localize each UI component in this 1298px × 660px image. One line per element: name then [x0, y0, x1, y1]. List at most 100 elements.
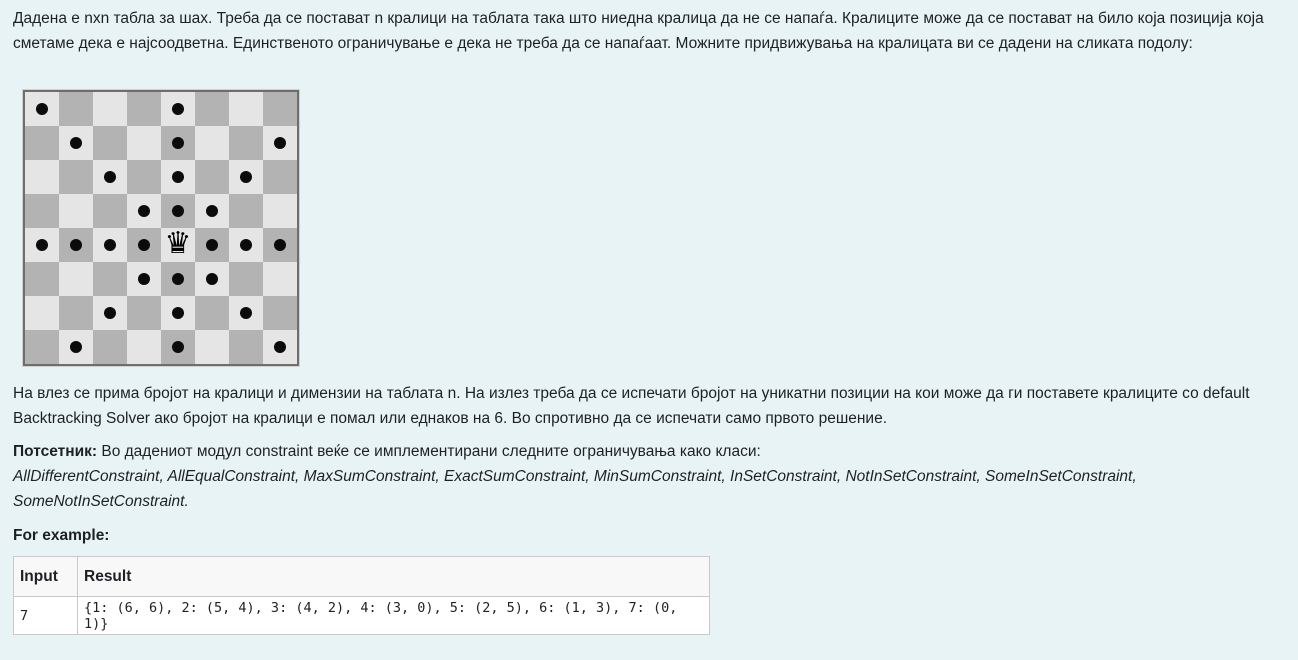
- board-square: [195, 126, 229, 160]
- board-square: [59, 92, 93, 126]
- board-square: [263, 296, 297, 330]
- move-dot-icon: [172, 273, 184, 285]
- board-square: [93, 330, 127, 364]
- hint-classes: AllDifferentConstraint, AllEqualConstrai…: [13, 468, 1137, 510]
- board-square: [127, 262, 161, 296]
- move-dot-icon: [172, 205, 184, 217]
- move-dot-icon: [138, 239, 150, 251]
- board-square: ♛: [161, 228, 195, 262]
- chessboard-image: ♛: [23, 90, 299, 366]
- board-square: [93, 228, 127, 262]
- move-dot-icon: [138, 273, 150, 285]
- board-square: [25, 296, 59, 330]
- board-square: [93, 160, 127, 194]
- board-square: [25, 92, 59, 126]
- example-label: For example:: [13, 527, 110, 544]
- move-dot-icon: [36, 103, 48, 115]
- board-square: [161, 194, 195, 228]
- board-square: [127, 126, 161, 160]
- board-square: [195, 330, 229, 364]
- board-square: [59, 160, 93, 194]
- description-paragraph: На влез се прима бројот на кралици и дим…: [13, 385, 1250, 427]
- board-square: [59, 330, 93, 364]
- move-dot-icon: [172, 103, 184, 115]
- board-square: [263, 194, 297, 228]
- queen-icon: ♛: [164, 226, 192, 261]
- move-dot-icon: [274, 137, 286, 149]
- board-square: [161, 160, 195, 194]
- board-square: [229, 262, 263, 296]
- board-square: [25, 228, 59, 262]
- board-square: [59, 194, 93, 228]
- board-square: [263, 228, 297, 262]
- move-dot-icon: [104, 239, 116, 251]
- move-dot-icon: [206, 239, 218, 251]
- cell-input: 7: [13, 596, 78, 635]
- board-square: [93, 262, 127, 296]
- board-square: [229, 160, 263, 194]
- table-row: 7 {1: (6, 6), 2: (5, 4), 3: (4, 2), 4: (…: [13, 596, 710, 635]
- board-square: [127, 330, 161, 364]
- board-square: [195, 194, 229, 228]
- move-dot-icon: [172, 341, 184, 353]
- board-square: [161, 126, 195, 160]
- move-dot-icon: [138, 205, 150, 217]
- board-square: [25, 330, 59, 364]
- board-square: [59, 262, 93, 296]
- move-dot-icon: [104, 171, 116, 183]
- board-square: [59, 126, 93, 160]
- board-square: [229, 92, 263, 126]
- move-dot-icon: [240, 171, 252, 183]
- move-dot-icon: [240, 307, 252, 319]
- board-square: [25, 262, 59, 296]
- board-square: [25, 160, 59, 194]
- intro-paragraph: Дадена е nxn табла за шах. Треба да се п…: [13, 10, 1264, 52]
- board-square: [127, 296, 161, 330]
- board-square: [161, 92, 195, 126]
- board-square: [161, 296, 195, 330]
- board-square: [195, 160, 229, 194]
- board-square: [263, 160, 297, 194]
- move-dot-icon: [70, 239, 82, 251]
- board-square: [229, 330, 263, 364]
- move-dot-icon: [172, 307, 184, 319]
- example-table: Input Result 7 {1: (6, 6), 2: (5, 4), 3:…: [13, 556, 710, 635]
- board-square: [229, 126, 263, 160]
- hint-text: Во дадениот модул constraint веќе се имп…: [97, 443, 761, 460]
- board-square: [195, 262, 229, 296]
- board-square: [195, 296, 229, 330]
- board-square: [161, 262, 195, 296]
- table-header-row: Input Result: [13, 556, 710, 597]
- column-header-input: Input: [13, 556, 78, 597]
- move-dot-icon: [36, 239, 48, 251]
- move-dot-icon: [70, 341, 82, 353]
- board-square: [127, 194, 161, 228]
- board-square: [195, 92, 229, 126]
- board-square: [161, 330, 195, 364]
- board-square: [25, 194, 59, 228]
- board-square: [93, 296, 127, 330]
- board-square: [263, 126, 297, 160]
- board-square: [127, 160, 161, 194]
- board-square: [127, 228, 161, 262]
- board-square: [93, 126, 127, 160]
- board-square: [195, 228, 229, 262]
- move-dot-icon: [240, 239, 252, 251]
- board-square: [263, 92, 297, 126]
- board-square: [59, 228, 93, 262]
- hint-paragraph: Потсетник: Во дадениот модул constraint …: [13, 439, 1288, 514]
- board-square: [127, 92, 161, 126]
- board-square: [93, 194, 127, 228]
- move-dot-icon: [206, 273, 218, 285]
- move-dot-icon: [274, 341, 286, 353]
- move-dot-icon: [104, 307, 116, 319]
- cell-result: {1: (6, 6), 2: (5, 4), 3: (4, 2), 4: (3,…: [77, 596, 710, 635]
- chessboard: ♛: [23, 90, 299, 366]
- move-dot-icon: [70, 137, 82, 149]
- board-square: [59, 296, 93, 330]
- board-square: [229, 228, 263, 262]
- hint-label: Потсетник:: [13, 443, 98, 460]
- move-dot-icon: [172, 171, 184, 183]
- column-header-result: Result: [77, 556, 710, 597]
- board-square: [263, 330, 297, 364]
